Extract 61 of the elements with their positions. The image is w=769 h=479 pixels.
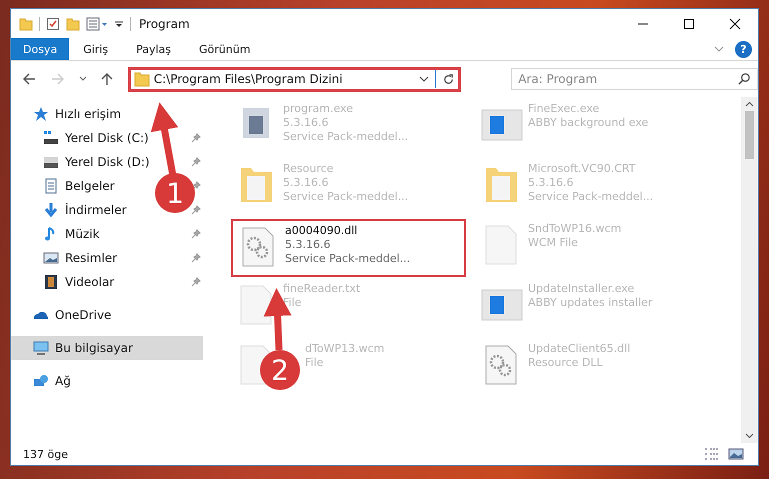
file-detail: 5.3.16.6 — [528, 176, 574, 190]
checklist-icon[interactable] — [46, 16, 60, 30]
file-detail: 5.3.16.6 — [283, 116, 330, 130]
up-arrow-icon[interactable] — [98, 71, 115, 87]
folder-icon — [134, 71, 150, 87]
back-icon[interactable] — [21, 71, 37, 87]
file-detail: 5.3.16.6 — [283, 176, 330, 190]
sidebar-item[interactable]: Belgeler — [65, 179, 115, 193]
ribbon-tab[interactable]: Giriş — [69, 38, 122, 60]
window-title: Program — [139, 16, 190, 30]
sidebar-item[interactable]: Yerel Disk (C:) — [65, 131, 149, 145]
scroll-up-icon[interactable] — [745, 101, 754, 107]
details-view-icon[interactable] — [704, 447, 720, 461]
star-icon — [33, 106, 49, 122]
file-detail: Service Pack-meddel... — [283, 130, 408, 144]
chevron-down-icon[interactable] — [78, 75, 87, 83]
sidebar-item[interactable]: Resimler — [65, 251, 118, 265]
ribbon-tab[interactable]: Dosya — [11, 38, 70, 60]
ribbon-tab[interactable]: Görünüm — [185, 38, 264, 60]
scrollbar[interactable] — [741, 97, 758, 443]
chevron-down-icon[interactable] — [419, 74, 430, 84]
scrollbar-thumb[interactable] — [745, 111, 754, 159]
computer-icon — [33, 340, 49, 356]
sidebar-item[interactable]: İndirmeler — [65, 203, 127, 217]
item-count: 137 öge — [23, 448, 68, 460]
document-icon — [43, 178, 59, 194]
properties-icon[interactable] — [86, 16, 108, 30]
pictures-icon — [43, 250, 59, 266]
sidebar-item[interactable]: Müzik — [65, 227, 100, 241]
sidebar-item[interactable]: Ağ — [55, 374, 71, 388]
sidebar-item[interactable]: OneDrive — [55, 308, 112, 322]
file-detail: WCM File — [528, 236, 579, 250]
maximize-icon — [683, 18, 695, 30]
network-icon — [33, 373, 49, 389]
file-name[interactable]: a0004090.dll — [285, 224, 410, 238]
download-icon — [43, 202, 59, 218]
address-path: C:\Program Files\Program Dizini — [154, 72, 344, 86]
refresh-icon[interactable] — [442, 72, 456, 86]
drive-icon — [43, 154, 59, 170]
video-icon — [43, 274, 59, 290]
search-field[interactable]: Ara: Program — [511, 68, 758, 90]
file-detail: File — [305, 356, 324, 370]
file-detail: Service Pack-meddel... — [283, 190, 408, 204]
scroll-down-icon[interactable] — [745, 433, 754, 439]
ribbon-tab[interactable]: Paylaş — [122, 38, 185, 60]
sidebar-item[interactable]: Bu bilgisayar — [55, 341, 133, 355]
close-icon — [729, 18, 741, 30]
sidebar-item[interactable]: Videolar — [65, 275, 114, 289]
search-icon — [738, 72, 751, 85]
file-detail: ABBY updates installer — [528, 296, 652, 310]
file-detail: Service Pack-meddel... — [528, 190, 654, 204]
file-detail: ABBY background exe — [528, 116, 648, 130]
file-detail: Resource DLL — [528, 356, 604, 370]
sidebar-item[interactable]: Hızlı erişim — [55, 107, 122, 121]
tiles-view-icon[interactable] — [728, 447, 744, 461]
file-detail: 5.3.16.6 — [285, 238, 332, 252]
system-drive-icon — [43, 130, 59, 146]
file-detail: Service Pack-meddel... — [285, 252, 410, 266]
sidebar-item[interactable]: Yerel Disk (D:) — [65, 155, 150, 169]
help-button[interactable]: ? — [735, 40, 752, 58]
address-bar[interactable]: C:\Program Files\Program Dizini — [128, 66, 462, 92]
